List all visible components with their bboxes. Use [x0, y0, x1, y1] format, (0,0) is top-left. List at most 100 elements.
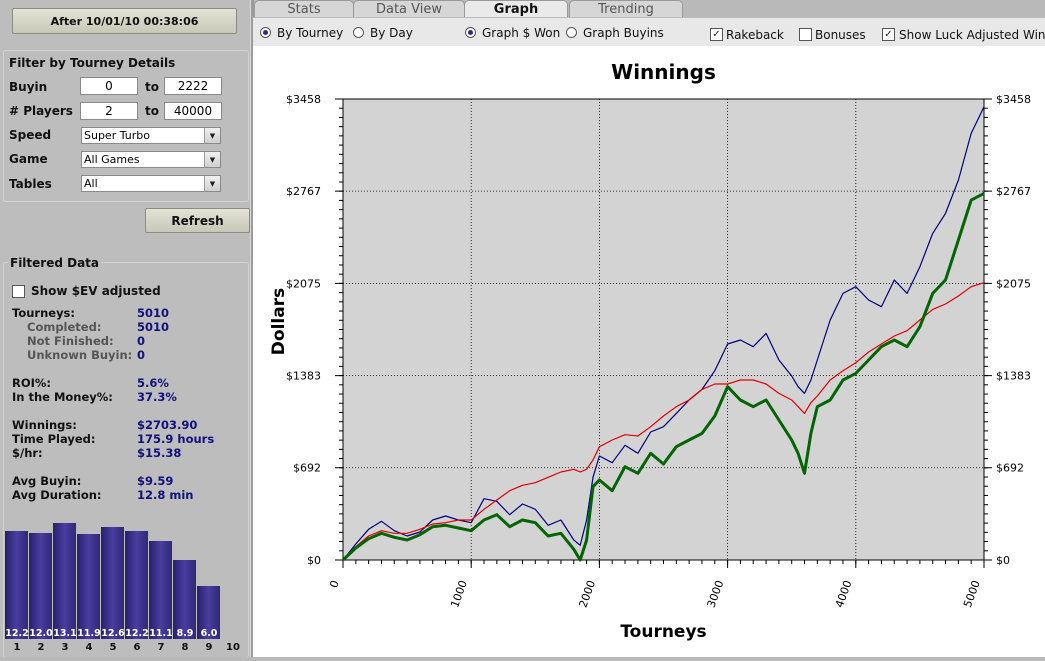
plot-background	[342, 98, 985, 561]
finish-bar-value: 12.0	[29, 628, 53, 639]
y-tick-label-right: $3458	[996, 93, 1031, 106]
y-axis-label: Dollars	[269, 288, 289, 355]
x-tick-label: 1000	[448, 579, 470, 610]
finish-position-label: 7	[157, 642, 165, 653]
y-tick-label: $0	[307, 554, 321, 567]
finish-position-label: 6	[133, 642, 141, 653]
finish-position-label: 4	[85, 642, 93, 653]
tab-stats[interactable]: Stats	[254, 0, 354, 17]
stat-value: $15.38	[137, 446, 182, 460]
winnings-chart: $0 $0 $692 $692 $1383 $1383 $2075 $2075 $2767 $27…	[269, 60, 1031, 642]
stat-label: Tourneys:	[12, 306, 76, 320]
stat-label: $/hr:	[12, 446, 43, 460]
y-tick-label-right: $1383	[996, 370, 1031, 383]
stat-value: $2703.90	[137, 418, 198, 432]
buyin-to-label: to	[145, 80, 159, 94]
graph-won-label: Graph $ Won	[482, 26, 561, 40]
rakeback-label: Rakeback	[726, 28, 784, 42]
by-day-radio[interactable]	[353, 27, 364, 38]
rakeback-checkbox[interactable]: ✓	[710, 28, 723, 41]
stat-label: Avg Buyin:	[12, 474, 82, 488]
ev-adjusted-label: Show $EV adjusted	[31, 284, 161, 298]
finish-position-label: 8	[181, 642, 189, 653]
finish-position-label: 2	[37, 642, 45, 653]
luck-adjusted-label: Show Luck Adjusted Winn	[899, 28, 1045, 42]
y-tick-label: $3458	[286, 93, 321, 106]
finish-distribution-chart: 12.2 1 12.0 2 13.1 3 11.9 4 12.6 5 12.2 6 11.1 7 8.9 8 6…	[0, 505, 250, 657]
players-max-input[interactable]: 40000	[164, 102, 222, 120]
x-axis-label: Tourneys	[620, 622, 706, 642]
finish-bar	[149, 541, 172, 639]
stat-label: Not Finished:	[27, 334, 114, 348]
graph-won-radio[interactable]	[465, 27, 476, 38]
y-tick-label: $692	[293, 462, 321, 475]
buyin-label: Buyin	[9, 80, 48, 94]
finish-position-label: 1	[13, 642, 21, 653]
refresh-button[interactable]: Refresh	[145, 208, 250, 233]
tables-select[interactable]: All ▼	[81, 175, 221, 192]
speed-select[interactable]: Super Turbo ▼	[81, 127, 221, 144]
tables-label: Tables	[9, 177, 52, 191]
by-day-label: By Day	[370, 26, 413, 40]
stat-label: Avg Duration:	[12, 488, 102, 502]
stat-value: $9.59	[137, 474, 174, 488]
finish-bar-value: 11.9	[77, 628, 101, 639]
stat-value: 12.8 min	[137, 488, 194, 502]
by-tourney-radio[interactable]	[260, 27, 271, 38]
finish-bar-value: 11.1	[149, 628, 173, 639]
y-tick-label: $1383	[286, 370, 321, 383]
players-min-input[interactable]: 2	[80, 102, 138, 120]
graph-buyins-radio[interactable]	[566, 27, 577, 38]
stat-value: 5010	[137, 306, 170, 320]
y-tick-label-right: $2767	[996, 185, 1031, 198]
graph-area: $0 $0 $692 $692 $1383 $1383 $2075 $2075 $2767 $27…	[253, 46, 1045, 657]
finish-position-label: 3	[61, 642, 69, 653]
finish-bar-value: 12.2	[5, 628, 29, 639]
x-tick-label: 3000	[705, 579, 727, 610]
stat-value: 175.9 hours	[137, 432, 215, 446]
tables-value: All	[84, 177, 98, 190]
y-tick-label: $2767	[286, 185, 321, 198]
stat-value: 5.6%	[137, 376, 169, 390]
finish-bar	[77, 534, 100, 639]
stat-label: Winnings:	[12, 418, 77, 432]
stat-label: Unknown Buyin:	[27, 348, 133, 362]
x-tick-label: 0	[327, 579, 342, 590]
finish-bar	[101, 527, 124, 639]
y-tick-label-right: $692	[996, 462, 1024, 475]
y-tick-label-right: $0	[996, 554, 1010, 567]
chevron-down-icon: ▼	[204, 176, 220, 191]
finish-bar-value: 12.6	[101, 628, 125, 639]
tab-trending[interactable]: Trending	[569, 0, 683, 17]
finish-bar-value: 6.0	[200, 628, 218, 639]
stat-value: 0	[137, 334, 146, 348]
stat-label: Completed:	[27, 320, 102, 334]
luck-adjusted-checkbox[interactable]: ✓	[882, 28, 895, 41]
date-filter-button[interactable]: After 10/01/10 00:38:06	[12, 8, 237, 34]
bonuses-label: Bonuses	[815, 28, 866, 42]
x-tick-label: 4000	[833, 579, 855, 610]
game-select[interactable]: All Games ▼	[81, 151, 221, 168]
finish-bar	[125, 531, 148, 639]
y-tick-label-right: $2075	[996, 277, 1031, 290]
y-tick-label: $2075	[286, 277, 321, 290]
buyin-min-input[interactable]: 0	[80, 77, 138, 95]
stat-label: ROI%:	[12, 376, 52, 390]
finish-bar-value: 8.9	[176, 628, 194, 639]
stat-value: 0	[137, 348, 146, 362]
filter-title: Filter by Tourney Details	[9, 56, 176, 70]
buyin-max-input[interactable]: 2222	[164, 77, 222, 95]
tab-graph[interactable]: Graph	[464, 0, 568, 17]
tab-data-view[interactable]: Data View	[353, 0, 465, 17]
players-label: # Players	[9, 104, 73, 118]
finish-bar	[53, 523, 76, 639]
bonuses-checkbox[interactable]	[799, 28, 812, 41]
chevron-down-icon: ▼	[204, 152, 220, 167]
stat-value: 37.3%	[137, 390, 177, 404]
left-panel: After 10/01/10 00:38:06 Filter by Tourne…	[0, 0, 250, 658]
ev-adjusted-checkbox[interactable]	[12, 285, 25, 298]
stat-value: 5010	[137, 320, 170, 334]
speed-label: Speed	[9, 128, 52, 142]
speed-value: Super Turbo	[84, 129, 150, 142]
filtered-title: Filtered Data	[8, 256, 102, 270]
